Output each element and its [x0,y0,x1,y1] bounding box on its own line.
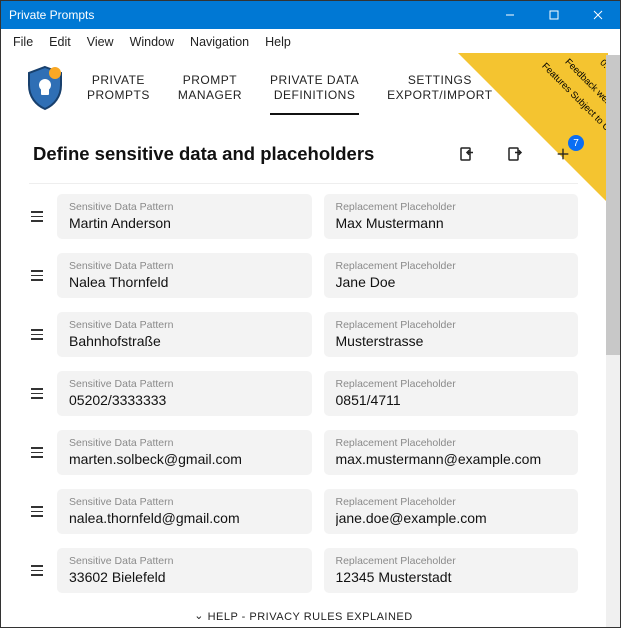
placeholder-label: Replacement Placeholder [336,496,567,508]
pattern-cell[interactable]: Sensitive Data Pattern nalea.thornfeld@gm… [57,489,312,534]
window-close-button[interactable] [576,1,620,29]
pattern-value: 33602 Bielefeld [69,569,300,585]
pattern-value: marten.solbeck@gmail.com [69,451,300,467]
import-button[interactable] [456,143,478,165]
definition-row: Sensitive Data Pattern marten.solbeck@gma… [29,430,578,475]
placeholder-cell[interactable]: Replacement Placeholder Musterstrasse [324,312,579,357]
scrollbar-thumb[interactable] [606,55,620,355]
placeholder-label: Replacement Placeholder [336,260,567,272]
placeholder-label: Replacement Placeholder [336,555,567,567]
help-label: HELP - PRIVACY RULES EXPLAINED [208,611,413,623]
drag-handle-icon[interactable] [29,506,45,517]
placeholder-label: Replacement Placeholder [336,378,567,390]
pattern-label: Sensitive Data Pattern [69,437,300,449]
drag-handle-icon[interactable] [29,447,45,458]
help-expander[interactable]: ⌄ HELP - PRIVACY RULES EXPLAINED [1,610,606,623]
placeholder-label: Replacement Placeholder [336,319,567,331]
pattern-label: Sensitive Data Pattern [69,496,300,508]
pattern-cell[interactable]: Sensitive Data Pattern 05202/3333333 [57,371,312,416]
menu-bar: File Edit View Window Navigation Help [1,29,620,55]
window-titlebar: Private Prompts [1,1,620,29]
chevron-down-icon: ⌄ [194,609,204,622]
drag-handle-icon[interactable] [29,329,45,340]
placeholder-value: 12345 Musterstadt [336,569,567,585]
tab-settings-export-import[interactable]: SETTINGS EXPORT/IMPORT [387,67,492,115]
menu-window[interactable]: Window [122,33,182,51]
definition-row: Sensitive Data Pattern 05202/3333333 Repla… [29,371,578,416]
placeholder-cell[interactable]: Replacement Placeholder jane.doe@example.… [324,489,579,534]
section-header: Define sensitive data and placeholders 7 [1,115,606,175]
placeholder-value: 0851/4711 [336,392,567,408]
menu-file[interactable]: File [5,33,41,51]
definition-row: Sensitive Data Pattern Martin Anderson Rep… [29,194,578,239]
placeholder-value: jane.doe@example.com [336,510,567,526]
pattern-value: Martin Anderson [69,215,300,231]
pattern-value: 05202/3333333 [69,392,300,408]
definition-row: Sensitive Data Pattern 33602 Bielefeld Rep… [29,548,578,593]
placeholder-cell[interactable]: Replacement Placeholder Jane Doe [324,253,579,298]
definition-row: Sensitive Data Pattern Nalea Thornfeld Rep… [29,253,578,298]
menu-view[interactable]: View [79,33,122,51]
pattern-label: Sensitive Data Pattern [69,378,300,390]
pattern-cell[interactable]: Sensitive Data Pattern marten.solbeck@gma… [57,430,312,475]
header-actions: 7 [456,143,574,165]
app-logo-icon [21,63,69,111]
scrollbar[interactable] [606,55,620,627]
placeholder-label: Replacement Placeholder [336,201,567,213]
drag-handle-icon[interactable] [29,211,45,222]
definition-row: Sensitive Data Pattern Bahnhofstraße Repla… [29,312,578,357]
tab-private-data-definitions[interactable]: PRIVATE DATA DEFINITIONS [270,67,359,115]
placeholder-value: Jane Doe [336,274,567,290]
pattern-value: nalea.thornfeld@gmail.com [69,510,300,526]
drag-handle-icon[interactable] [29,270,45,281]
pattern-value: Bahnhofstraße [69,333,300,349]
menu-help[interactable]: Help [257,33,299,51]
drag-handle-icon[interactable] [29,388,45,399]
placeholder-cell[interactable]: Replacement Placeholder 0851/4711 [324,371,579,416]
placeholder-cell[interactable]: Replacement Placeholder max.mustermann@ex… [324,430,579,475]
content-area: PRIVATE PROMPTS PROMPT MANAGER PRIVATE D… [1,55,606,627]
placeholder-cell[interactable]: Replacement Placeholder 12345 Musterstadt [324,548,579,593]
placeholder-value: Musterstrasse [336,333,567,349]
placeholder-value: Max Mustermann [336,215,567,231]
header: PRIVATE PROMPTS PROMPT MANAGER PRIVATE D… [1,55,606,115]
add-button[interactable]: 7 [552,143,574,165]
pattern-label: Sensitive Data Pattern [69,555,300,567]
placeholder-value: max.mustermann@example.com [336,451,567,467]
tab-private-prompts[interactable]: PRIVATE PROMPTS [87,67,150,115]
drag-handle-icon[interactable] [29,565,45,576]
pattern-label: Sensitive Data Pattern [69,201,300,213]
menu-edit[interactable]: Edit [41,33,79,51]
pattern-label: Sensitive Data Pattern [69,319,300,331]
placeholder-label: Replacement Placeholder [336,437,567,449]
pattern-cell[interactable]: Sensitive Data Pattern Martin Anderson [57,194,312,239]
window-maximize-button[interactable] [532,1,576,29]
tab-prompt-manager[interactable]: PROMPT MANAGER [178,67,242,115]
placeholder-cell[interactable]: Replacement Placeholder Max Mustermann [324,194,579,239]
pattern-value: Nalea Thornfeld [69,274,300,290]
pattern-label: Sensitive Data Pattern [69,260,300,272]
definitions-list: Sensitive Data Pattern Martin Anderson Rep… [1,184,606,593]
pattern-cell[interactable]: Sensitive Data Pattern Nalea Thornfeld [57,253,312,298]
pattern-cell[interactable]: Sensitive Data Pattern Bahnhofstraße [57,312,312,357]
window-title: Private Prompts [9,8,488,22]
export-button[interactable] [504,143,526,165]
window-minimize-button[interactable] [488,1,532,29]
main-tabs: PRIVATE PROMPTS PROMPT MANAGER PRIVATE D… [87,67,493,115]
add-badge: 7 [568,135,584,151]
menu-navigation[interactable]: Navigation [182,33,257,51]
pattern-cell[interactable]: Sensitive Data Pattern 33602 Bielefeld [57,548,312,593]
definition-row: Sensitive Data Pattern nalea.thornfeld@gm… [29,489,578,534]
page-title: Define sensitive data and placeholders [33,143,456,165]
